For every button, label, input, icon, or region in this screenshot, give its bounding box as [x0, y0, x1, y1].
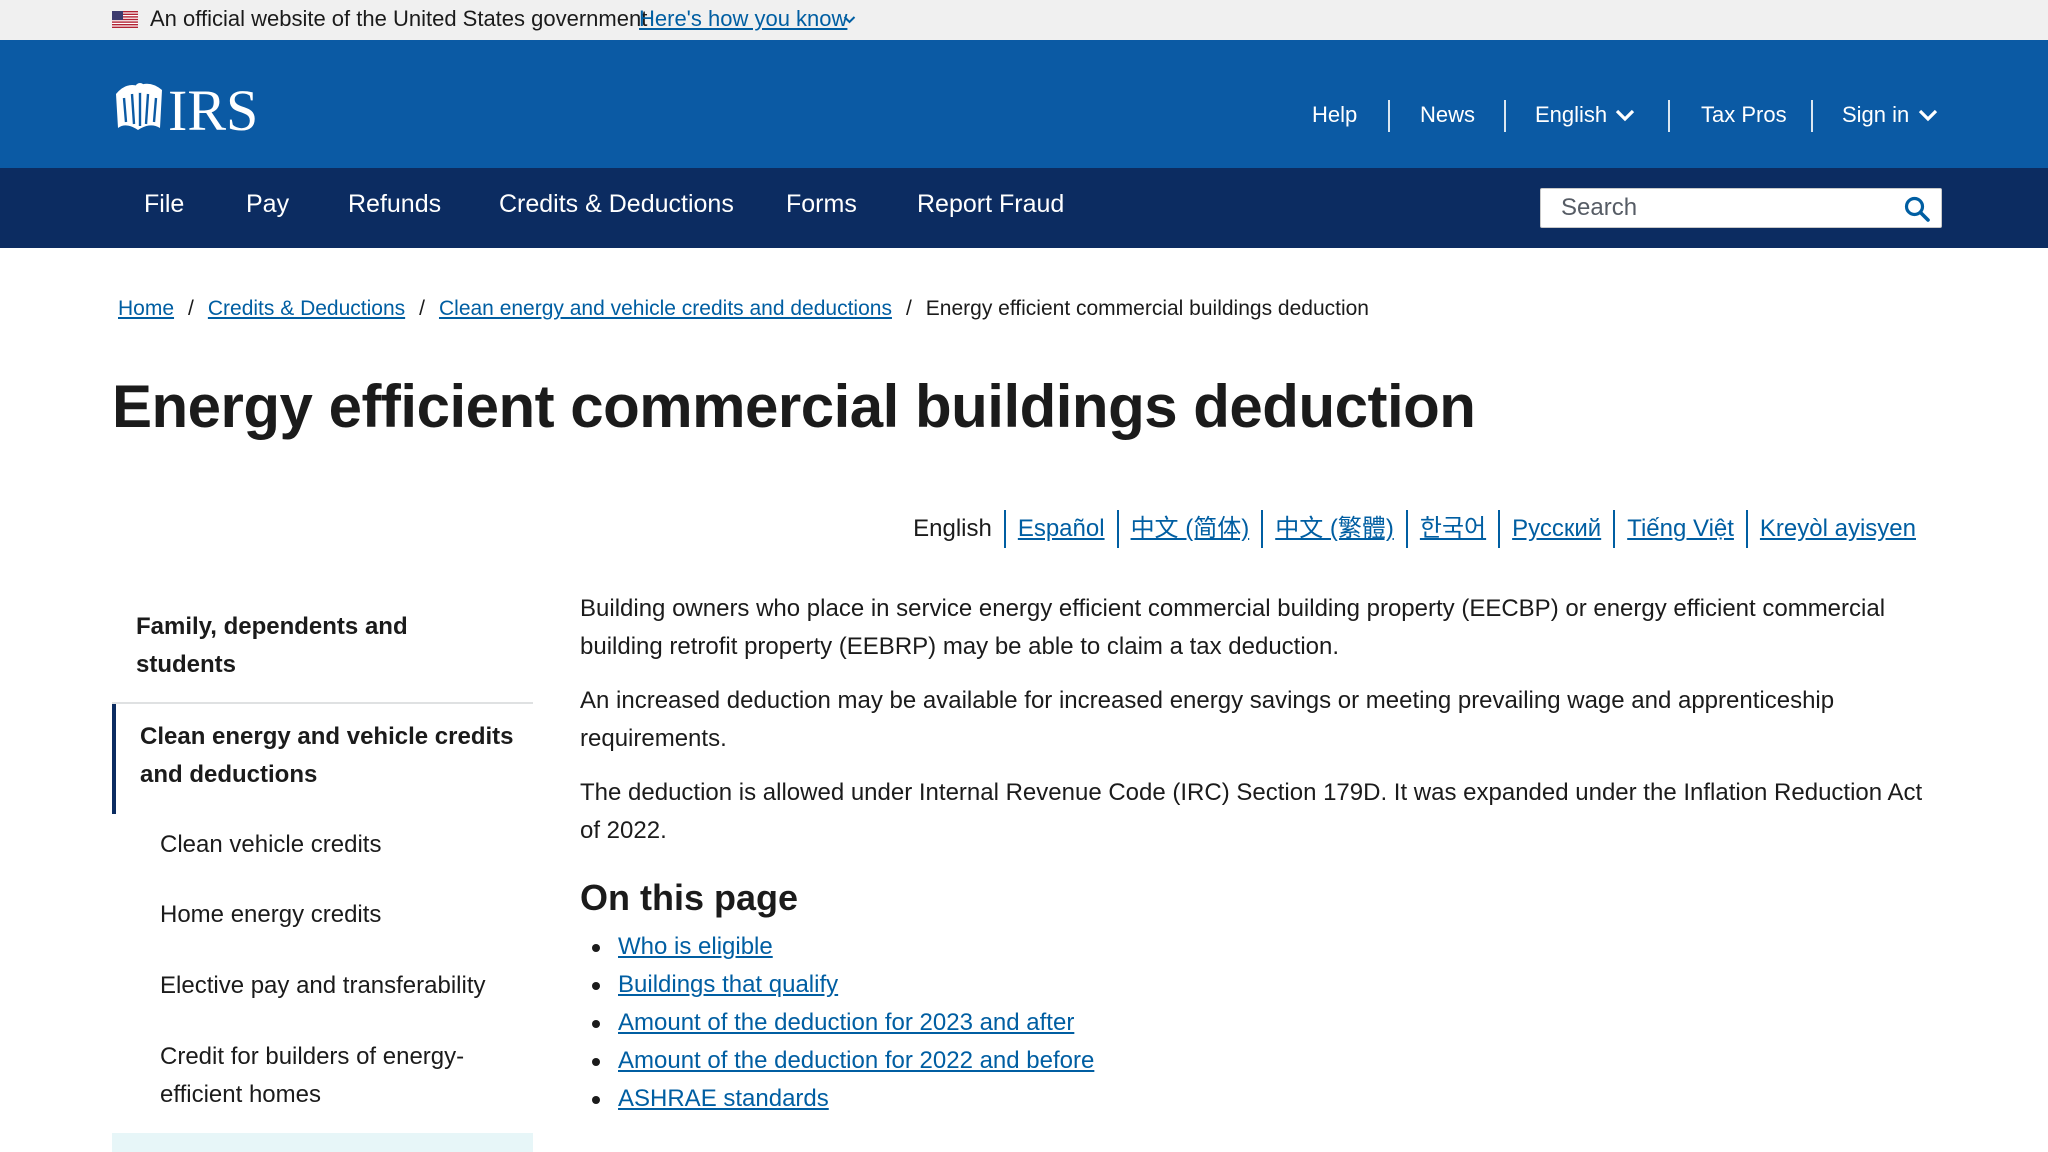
main-nav: File Pay Refunds Credits & Deductions Fo… [0, 168, 2048, 248]
list-item: Who is eligible [580, 928, 1940, 966]
utility-divider [1668, 100, 1670, 132]
irc-section-paragraph: The deduction is allowed under Internal … [580, 779, 1923, 844]
sidebar-item-home-energy-credits[interactable]: Home energy credits [160, 896, 500, 934]
language-chinese-simplified-link[interactable]: 中文 (简体) [1131, 515, 1250, 542]
search-icon[interactable] [1903, 195, 1931, 223]
site-header: IRS Help News English Tax Pros Sign in [0, 40, 2048, 168]
toc-who-is-eligible-link[interactable]: Who is eligible [618, 933, 773, 960]
language-russian-link[interactable]: Русский [1512, 515, 1601, 542]
breadcrumb-clean-energy-link[interactable]: Clean energy and vehicle credits and ded… [439, 297, 892, 320]
irs-logo[interactable]: IRS [112, 78, 282, 138]
breadcrumb: Home / Credits & Deductions / Clean energy a… [118, 297, 1369, 321]
search-input[interactable] [1541, 189, 1891, 227]
sidebar-item-clean-vehicle-credits[interactable]: Clean vehicle credits [160, 826, 500, 864]
nav-item-pay[interactable]: Pay [246, 190, 289, 219]
language-haitian-creole-link[interactable]: Kreyòl ayisyen [1760, 515, 1916, 542]
increased-deduction-paragraph: An increased deduction may be available … [580, 687, 1835, 752]
sidebar-item-builders-credit[interactable]: Credit for builders of energy-efficient … [160, 1038, 500, 1114]
us-flag-icon [112, 11, 138, 28]
toc-buildings-that-qualify-link[interactable]: Buildings that qualify [618, 971, 838, 998]
breadcrumb-current: Energy efficient commercial buildings de… [925, 297, 1369, 320]
list-item: ASHRAE standards [580, 1080, 1940, 1118]
sidebar-item-family-dependents-students[interactable]: Family, dependents and students [136, 608, 436, 684]
breadcrumb-separator: / [419, 297, 425, 320]
nav-item-forms[interactable]: Forms [786, 190, 857, 219]
main-content: Building owners who place in service ene… [580, 590, 1940, 1118]
chevron-down-icon[interactable] [1615, 108, 1635, 122]
breadcrumb-home-link[interactable]: Home [118, 297, 174, 320]
language-espanol-link[interactable]: Español [1018, 515, 1105, 542]
language-switcher: English Español 中文 (简体) 中文 (繁體) 한국어 Русс… [901, 510, 1928, 548]
language-vietnamese-link[interactable]: Tiếng Việt [1627, 515, 1734, 542]
nav-item-credits-deductions[interactable]: Credits & Deductions [499, 190, 734, 219]
utility-sign-in-menu[interactable]: Sign in [1842, 102, 1909, 128]
utility-divider [1504, 100, 1506, 132]
nav-item-refunds[interactable]: Refunds [348, 190, 441, 219]
chevron-down-icon[interactable] [843, 15, 856, 25]
utility-news-link[interactable]: News [1420, 102, 1475, 128]
sidebar-active-label: Clean energy and vehicle credits and ded… [140, 723, 514, 788]
sidebar-item-clean-energy-active[interactable]: Clean energy and vehicle credits and ded… [112, 704, 533, 814]
on-this-page-list: Who is eligible Buildings that qualify A… [580, 928, 1940, 1118]
utility-language-menu[interactable]: English [1535, 102, 1607, 128]
nav-item-file[interactable]: File [144, 190, 184, 219]
on-this-page-heading: On this page [580, 877, 799, 918]
chevron-down-icon[interactable] [1918, 108, 1938, 122]
toc-ashrae-standards-link[interactable]: ASHRAE standards [618, 1085, 829, 1112]
sidebar-item-next-highlight[interactable] [112, 1133, 533, 1152]
irs-eagle-logo [116, 83, 162, 130]
nav-item-report-fraud[interactable]: Report Fraud [917, 190, 1064, 219]
breadcrumb-credits-deductions-link[interactable]: Credits & Deductions [208, 297, 405, 320]
gov-banner-text: An official website of the United States… [150, 6, 648, 31]
list-item: Buildings that qualify [580, 966, 1940, 1004]
page-title: Energy efficient commercial buildings de… [112, 373, 1476, 440]
utility-divider [1388, 100, 1390, 132]
utility-tax-pros-link[interactable]: Tax Pros [1701, 102, 1787, 128]
list-item: Amount of the deduction for 2022 and bef… [580, 1042, 1940, 1080]
toc-amount-2023-after-link[interactable]: Amount of the deduction for 2023 and aft… [618, 1009, 1074, 1036]
utility-help-link[interactable]: Help [1312, 102, 1357, 128]
gov-banner: An official website of the United States… [0, 0, 2048, 40]
breadcrumb-separator: / [905, 297, 912, 320]
language-chinese-traditional-link[interactable]: 中文 (繁體) [1275, 515, 1394, 542]
search-box [1540, 188, 1942, 228]
intro-paragraph: Building owners who place in service ene… [580, 595, 1886, 660]
svg-text:IRS: IRS [168, 78, 258, 138]
breadcrumb-separator: / [188, 297, 194, 320]
heres-how-you-know-link[interactable]: Here's how you know [639, 6, 847, 32]
utility-divider [1811, 100, 1813, 132]
list-item: Amount of the deduction for 2023 and aft… [580, 1004, 1940, 1042]
toc-amount-2022-before-link[interactable]: Amount of the deduction for 2022 and bef… [618, 1047, 1094, 1074]
language-korean-link[interactable]: 한국어 [1420, 515, 1486, 542]
sidebar-item-elective-pay[interactable]: Elective pay and transferability [160, 967, 500, 1005]
language-english-current: English [913, 515, 992, 542]
